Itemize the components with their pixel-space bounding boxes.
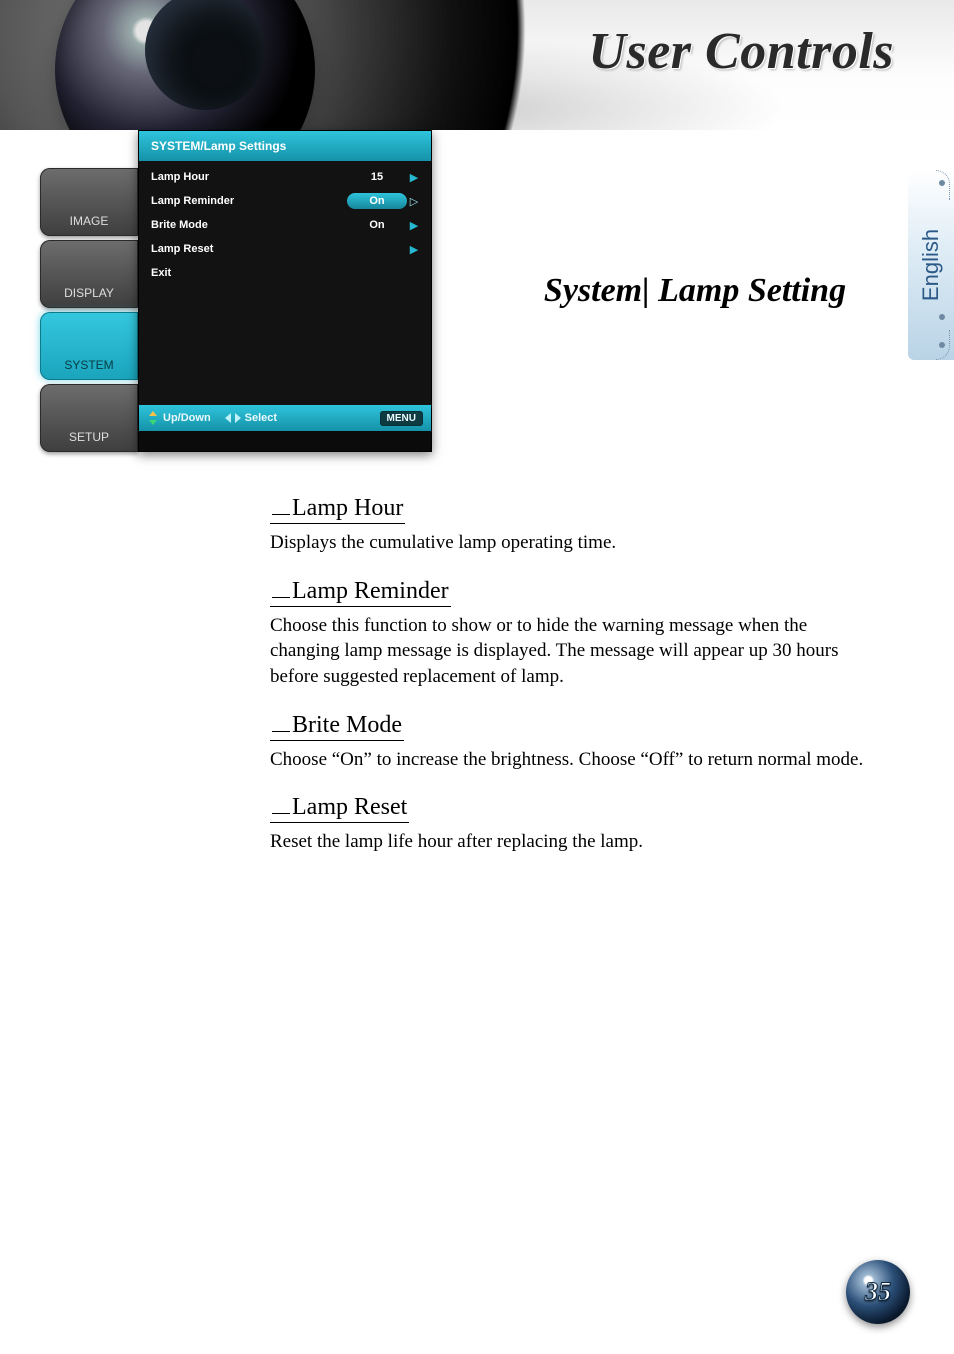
osd-panel: SYSTEM/Lamp Settings Lamp Hour 15 ▶ Lamp… (138, 130, 432, 452)
osd-footer-select: Select (225, 412, 277, 424)
osd-footer-label: Up/Down (163, 412, 211, 424)
osd-row-label: Exit (151, 267, 347, 279)
osd-row-exit[interactable]: Exit (139, 261, 431, 285)
paragraph: Reset the lamp life hour after replacing… (270, 829, 880, 855)
osd-side-tabs: IMAGE DISPLAY SYSTEM SETUP (40, 130, 138, 452)
dot-icon (939, 314, 945, 320)
osd-footer-updown: Up/Down (147, 411, 211, 425)
page-header: User Controls (0, 0, 954, 130)
chevron-right-icon: ▶ (407, 219, 421, 232)
language-tab[interactable]: English (908, 170, 954, 360)
page-number: 35 (865, 1277, 891, 1307)
osd-row-label: Lamp Reset (151, 243, 347, 255)
paragraph: Choose this function to show or to hide … (270, 613, 880, 690)
language-label: English (918, 229, 944, 301)
osd-menu-button[interactable]: MENU (380, 411, 423, 426)
osd-rows: Lamp Hour 15 ▶ Lamp Reminder On ▷ Brite … (139, 161, 431, 285)
body-copy: Lamp Hour Displays the cumulative lamp o… (270, 495, 880, 861)
up-down-icon (147, 411, 159, 425)
osd-row-lamp-hour[interactable]: Lamp Hour 15 ▶ (139, 165, 431, 189)
osd-title: SYSTEM/Lamp Settings (139, 131, 431, 161)
decoration (936, 330, 950, 360)
chevron-right-icon: ▶ (407, 243, 421, 256)
osd-row-value: 15 (347, 171, 407, 183)
left-right-icon (225, 413, 241, 423)
osd-screenshot: IMAGE DISPLAY SYSTEM SETUP SYSTEM/Lamp S… (40, 130, 432, 452)
osd-footer: Up/Down Select MENU (139, 405, 431, 431)
page-number-badge: 35 (846, 1260, 910, 1324)
osd-row-value: On (347, 193, 407, 209)
osd-row-lamp-reminder[interactable]: Lamp Reminder On ▷ (139, 189, 431, 213)
osd-row-label: Lamp Hour (151, 171, 347, 183)
paragraph: Choose “On” to increase the brightness. … (270, 747, 880, 773)
osd-footer-label: Select (245, 412, 277, 424)
page-title: User Controls (588, 22, 894, 81)
osd-row-brite-mode[interactable]: Brite Mode On ▶ (139, 213, 431, 237)
osd-tab-image[interactable]: IMAGE (40, 168, 138, 236)
osd-tab-setup[interactable]: SETUP (40, 384, 138, 452)
osd-tab-system[interactable]: SYSTEM (40, 312, 138, 380)
osd-row-value: On (347, 219, 407, 231)
heading-lamp-reset: Lamp Reset (270, 794, 409, 823)
osd-row-label: Lamp Reminder (151, 195, 347, 207)
heading-brite-mode: Brite Mode (270, 712, 404, 741)
chevron-right-icon: ▶ (407, 171, 421, 184)
heading-lamp-reminder: Lamp Reminder (270, 578, 451, 607)
osd-row-lamp-reset[interactable]: Lamp Reset ▶ (139, 237, 431, 261)
osd-row-label: Brite Mode (151, 219, 347, 231)
chevron-right-icon: ▷ (407, 195, 421, 208)
osd-blank-area (139, 285, 431, 405)
dot-icon (939, 180, 945, 186)
section-title: System| Lamp Setting (530, 270, 860, 313)
paragraph: Displays the cumulative lamp operating t… (270, 530, 880, 556)
osd-tab-display[interactable]: DISPLAY (40, 240, 138, 308)
heading-lamp-hour: Lamp Hour (270, 495, 405, 524)
